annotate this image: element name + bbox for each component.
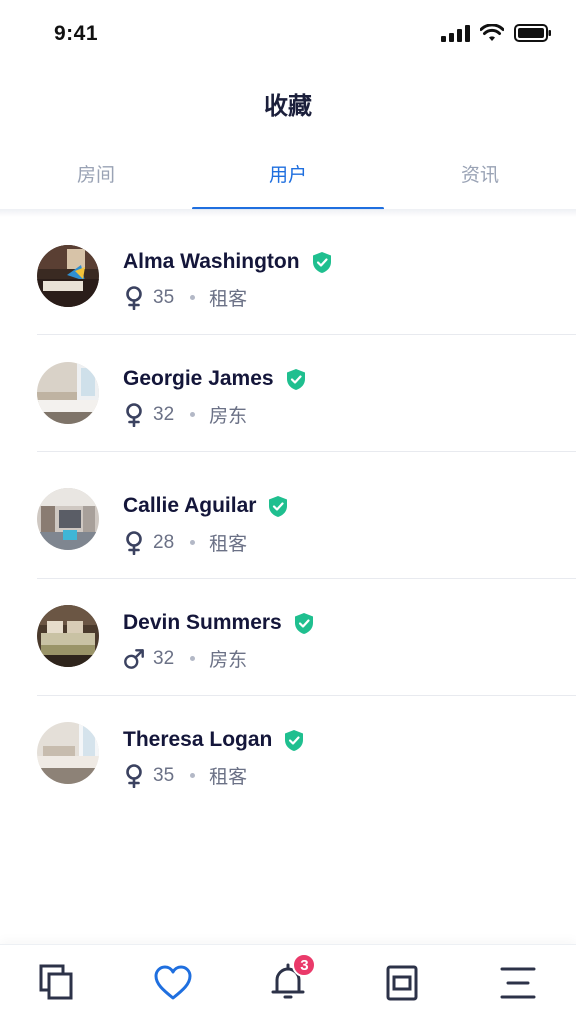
nav-menu[interactable] xyxy=(461,945,576,1024)
tab-news[interactable]: 资讯 xyxy=(384,150,576,210)
female-icon xyxy=(126,763,142,788)
user-role: 房东 xyxy=(209,650,248,671)
status-icons xyxy=(441,24,552,42)
user-name: Theresa Logan xyxy=(123,728,273,751)
user-meta: 35 租客 xyxy=(123,284,247,311)
user-name: Devin Summers xyxy=(123,611,282,634)
female-icon xyxy=(126,285,142,310)
user-name-line: Alma Washington xyxy=(123,250,332,274)
cellular-signal-icon xyxy=(441,24,470,42)
user-name-line: Callie Aguilar xyxy=(123,494,288,518)
user-meta: 32 房东 xyxy=(123,645,247,672)
female-icon xyxy=(126,530,142,555)
user-meta: 32 房东 xyxy=(123,401,247,428)
verified-shield-icon xyxy=(312,251,331,273)
user-age: 35 xyxy=(153,764,175,786)
list-item[interactable]: Georgie James 32 房东 xyxy=(0,335,576,452)
separator-dot xyxy=(190,295,196,300)
notification-badge: 3 xyxy=(292,953,317,977)
tab-users[interactable]: 用户 xyxy=(192,150,384,210)
user-name-line: Devin Summers xyxy=(123,611,314,635)
verified-shield-icon xyxy=(294,612,313,634)
list-item[interactable]: Devin Summers 32 房东 xyxy=(0,579,576,696)
user-role: 租客 xyxy=(209,289,248,310)
male-icon xyxy=(124,648,144,669)
separator-dot xyxy=(190,540,196,545)
page-title: 收藏 xyxy=(264,93,312,120)
avatar xyxy=(37,245,99,307)
wifi-icon xyxy=(480,24,504,41)
user-role: 租客 xyxy=(209,767,248,788)
user-role: 租客 xyxy=(209,534,248,555)
avatar xyxy=(37,722,99,784)
user-meta: 35 租客 xyxy=(123,762,247,789)
tab-rooms[interactable]: 房间 xyxy=(0,150,192,210)
list-item[interactable]: Theresa Logan 35 租客 xyxy=(0,696,576,813)
user-meta: 28 租客 xyxy=(123,529,247,556)
user-list: Alma Washington 35 租客 Georgie James 32 房… xyxy=(0,218,576,813)
separator-dot xyxy=(190,656,196,661)
user-age: 32 xyxy=(153,403,175,425)
separator-dot xyxy=(190,773,196,778)
user-name-line: Theresa Logan xyxy=(123,728,304,752)
user-name: Callie Aguilar xyxy=(123,494,257,517)
menu-icon xyxy=(500,967,536,999)
heart-icon xyxy=(154,965,192,1000)
user-name: Georgie James xyxy=(123,367,274,390)
list-item[interactable]: Alma Washington 35 租客 xyxy=(0,218,576,335)
status-bar: 9:41 xyxy=(0,0,576,70)
tab-bar: 房间 用户 资讯 xyxy=(0,150,576,210)
female-icon xyxy=(126,402,142,427)
nav-copy[interactable] xyxy=(0,945,115,1024)
verified-shield-icon xyxy=(286,368,305,390)
list-item[interactable]: Callie Aguilar 28 租客 xyxy=(0,452,576,579)
bottom-nav: 3 xyxy=(0,944,576,1024)
verified-shield-icon xyxy=(285,729,304,751)
avatar xyxy=(37,362,99,424)
battery-icon xyxy=(514,24,551,42)
status-time: 9:41 xyxy=(54,22,99,45)
frame-icon xyxy=(386,965,418,1001)
copy-icon xyxy=(39,964,73,1000)
user-age: 35 xyxy=(153,286,175,308)
avatar xyxy=(37,488,99,550)
user-role: 房东 xyxy=(209,406,248,427)
nav-frame[interactable] xyxy=(346,945,461,1024)
nav-notifications[interactable]: 3 xyxy=(230,945,345,1024)
avatar xyxy=(37,605,99,667)
user-age: 28 xyxy=(153,531,175,553)
user-age: 32 xyxy=(153,647,175,669)
verified-shield-icon xyxy=(269,495,288,517)
user-name-line: Georgie James xyxy=(123,367,306,391)
tabs-divider xyxy=(0,209,576,217)
nav-favorites[interactable] xyxy=(115,945,230,1024)
separator-dot xyxy=(190,412,196,417)
user-name: Alma Washington xyxy=(123,250,300,273)
